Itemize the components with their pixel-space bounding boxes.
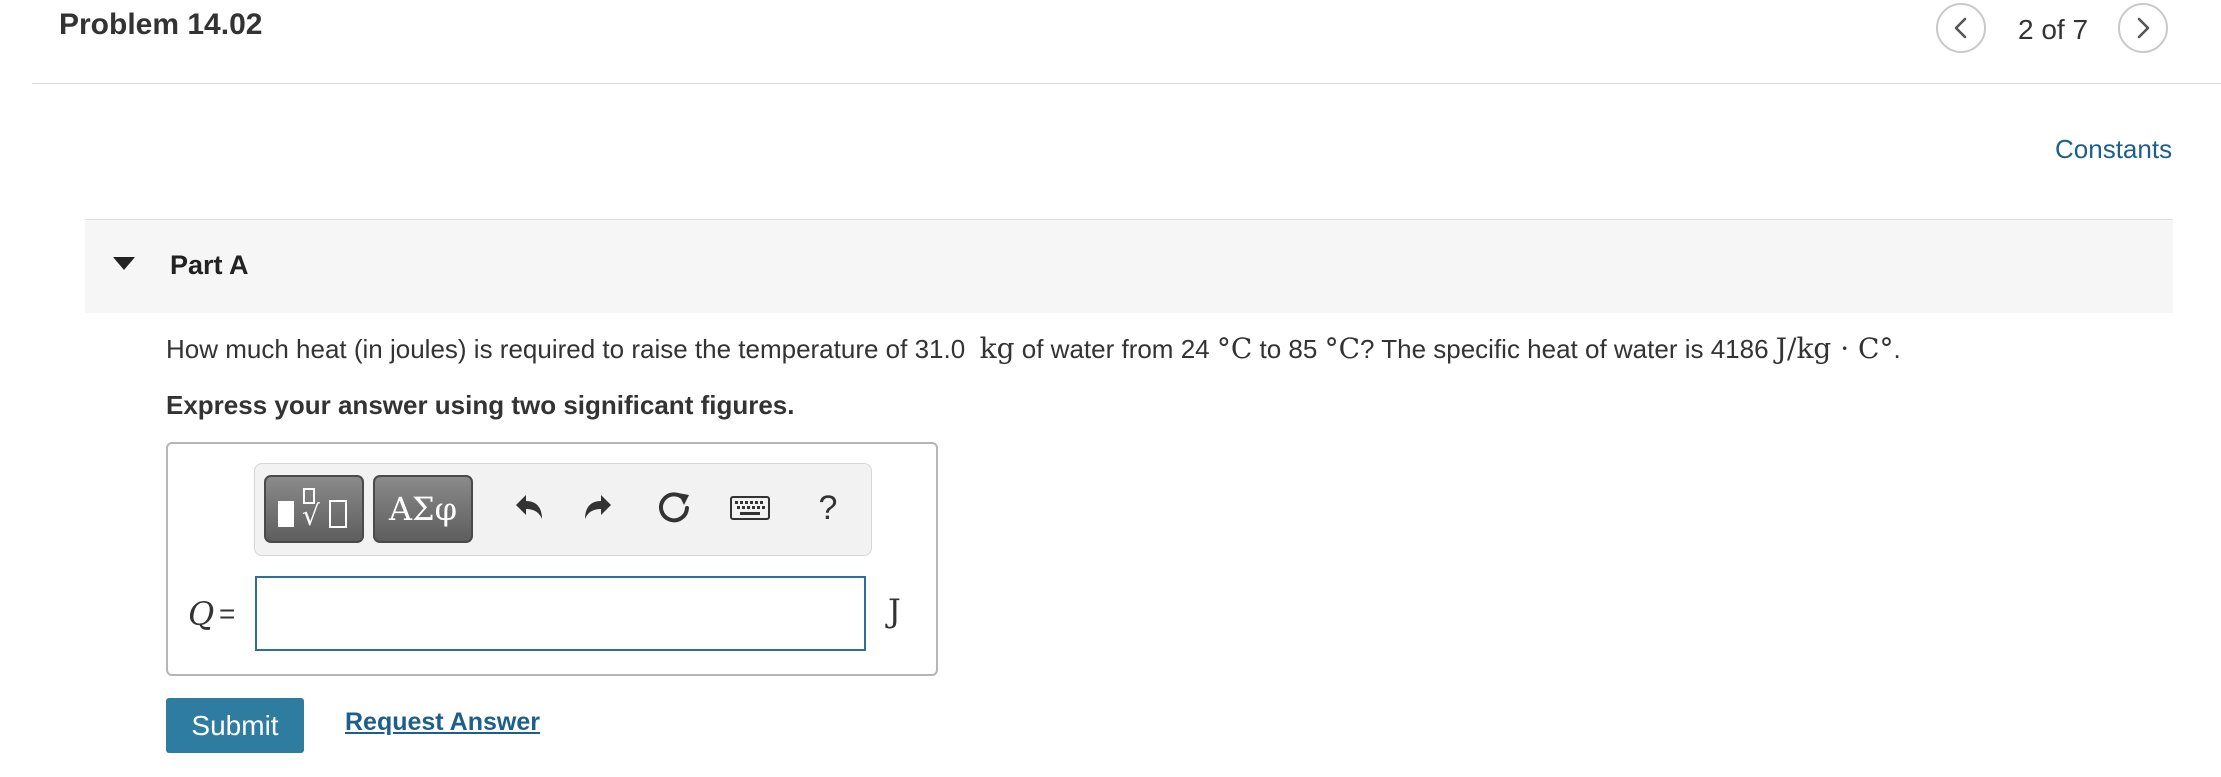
unit-celsius: °C bbox=[1324, 332, 1361, 365]
reset-button[interactable] bbox=[652, 486, 696, 530]
header-divider bbox=[32, 83, 2221, 84]
caret-down-icon[interactable] bbox=[113, 257, 135, 270]
question-segment: of water from 24 bbox=[1014, 334, 1210, 364]
answer-unit: J bbox=[888, 592, 901, 630]
answer-input[interactable] bbox=[255, 576, 866, 651]
question-segment: ? The specific heat of water is 4186 bbox=[1360, 334, 1769, 364]
reset-icon bbox=[659, 492, 689, 523]
undo-icon bbox=[516, 495, 542, 519]
keyboard-button[interactable] bbox=[728, 486, 772, 530]
undo-button[interactable] bbox=[507, 486, 551, 530]
instruction-text: Express your answer using two significan… bbox=[166, 390, 795, 420]
chevron-right-icon bbox=[2137, 17, 2150, 39]
svg-text:√: √ bbox=[302, 499, 320, 532]
problem-title: Problem 14.02 bbox=[59, 8, 263, 41]
templates-icon: √ bbox=[278, 488, 347, 532]
unit-specific-heat: J/kg · C° bbox=[1775, 332, 1894, 365]
keyboard-icon bbox=[730, 496, 770, 520]
greek-symbols-button[interactable]: ΑΣφ bbox=[373, 475, 473, 543]
constants-link[interactable]: Constants bbox=[2055, 134, 2172, 165]
redo-button[interactable] bbox=[576, 486, 620, 530]
help-button[interactable]: ? bbox=[806, 486, 850, 530]
submit-button[interactable]: Submit bbox=[166, 698, 304, 753]
question-text: How much heat (in joules) is required to… bbox=[166, 332, 1901, 365]
redo-icon bbox=[585, 495, 611, 519]
answer-variable: Q bbox=[188, 595, 215, 633]
unit-celsius: °C bbox=[1216, 332, 1253, 365]
unit-kg: kg bbox=[979, 332, 1015, 365]
problem-counter: 2 of 7 bbox=[2018, 14, 2089, 45]
equals-sign: = bbox=[219, 598, 236, 629]
part-header[interactable] bbox=[85, 219, 2173, 313]
question-segment: How much heat (in joules) is required to… bbox=[166, 334, 966, 364]
next-button[interactable] bbox=[2118, 3, 2168, 53]
templates-button[interactable]: √ bbox=[264, 475, 364, 543]
chevron-left-icon bbox=[1954, 17, 1967, 39]
previous-button[interactable] bbox=[1936, 3, 1986, 53]
question-segment: . bbox=[1893, 334, 1901, 364]
question-segment: to 85 bbox=[1252, 334, 1318, 364]
request-answer-link[interactable]: Request Answer bbox=[345, 708, 540, 737]
part-title: Part A bbox=[170, 250, 249, 280]
